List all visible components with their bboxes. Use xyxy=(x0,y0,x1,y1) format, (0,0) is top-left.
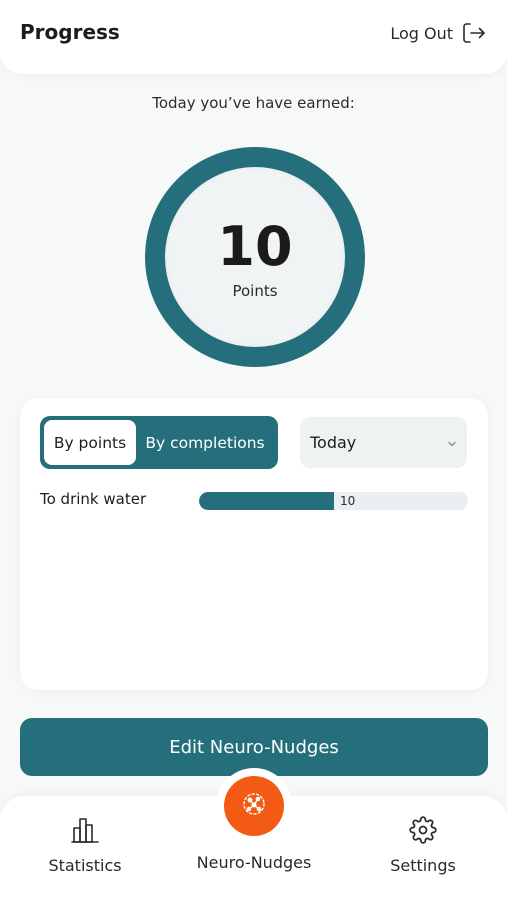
page-title: Progress xyxy=(20,20,120,44)
gear-icon xyxy=(409,816,437,848)
toggle-by-points[interactable]: By points xyxy=(44,420,136,465)
neuro-nudges-icon xyxy=(237,787,271,825)
earned-label: Today you’ve have earned: xyxy=(152,94,355,112)
header-bar: Progress Log Out xyxy=(0,0,507,74)
points-ring-inner: 10 Points xyxy=(165,167,345,347)
habit-label: To drink water xyxy=(40,490,147,508)
nav-label-statistics: Statistics xyxy=(48,856,122,875)
nav-item-settings[interactable]: Settings xyxy=(390,816,456,875)
bar-chart-icon xyxy=(70,816,100,848)
period-select[interactable]: Today xyxy=(300,417,467,468)
nav-item-neuro-nudges[interactable]: Neuro-Nudges xyxy=(195,845,313,872)
points-ring: 10 Points xyxy=(145,147,365,367)
habit-progress-value: 10 xyxy=(340,494,356,508)
points-label: Points xyxy=(232,282,278,300)
points-value: 10 xyxy=(217,215,293,278)
logout-button[interactable]: Log Out xyxy=(390,21,487,45)
period-select-value: Today xyxy=(310,433,357,452)
logout-label: Log Out xyxy=(390,23,453,43)
view-toggle: By points By completions xyxy=(40,416,278,469)
habit-progress-fill xyxy=(199,492,334,510)
neuro-nudges-fab[interactable] xyxy=(224,776,284,836)
nav-item-statistics[interactable]: Statistics xyxy=(48,816,122,875)
nav-label-neuro-nudges: Neuro-Nudges xyxy=(196,853,312,872)
progress-card: By points By completions Today To drink … xyxy=(20,398,488,690)
toggle-by-completions[interactable]: By completions xyxy=(136,420,274,465)
neuro-nudges-fab-ring xyxy=(216,768,292,844)
habit-progress-track: 10 xyxy=(199,492,468,510)
logout-icon xyxy=(461,21,487,45)
chevron-down-icon xyxy=(447,433,457,452)
nav-label-settings: Settings xyxy=(390,856,456,875)
